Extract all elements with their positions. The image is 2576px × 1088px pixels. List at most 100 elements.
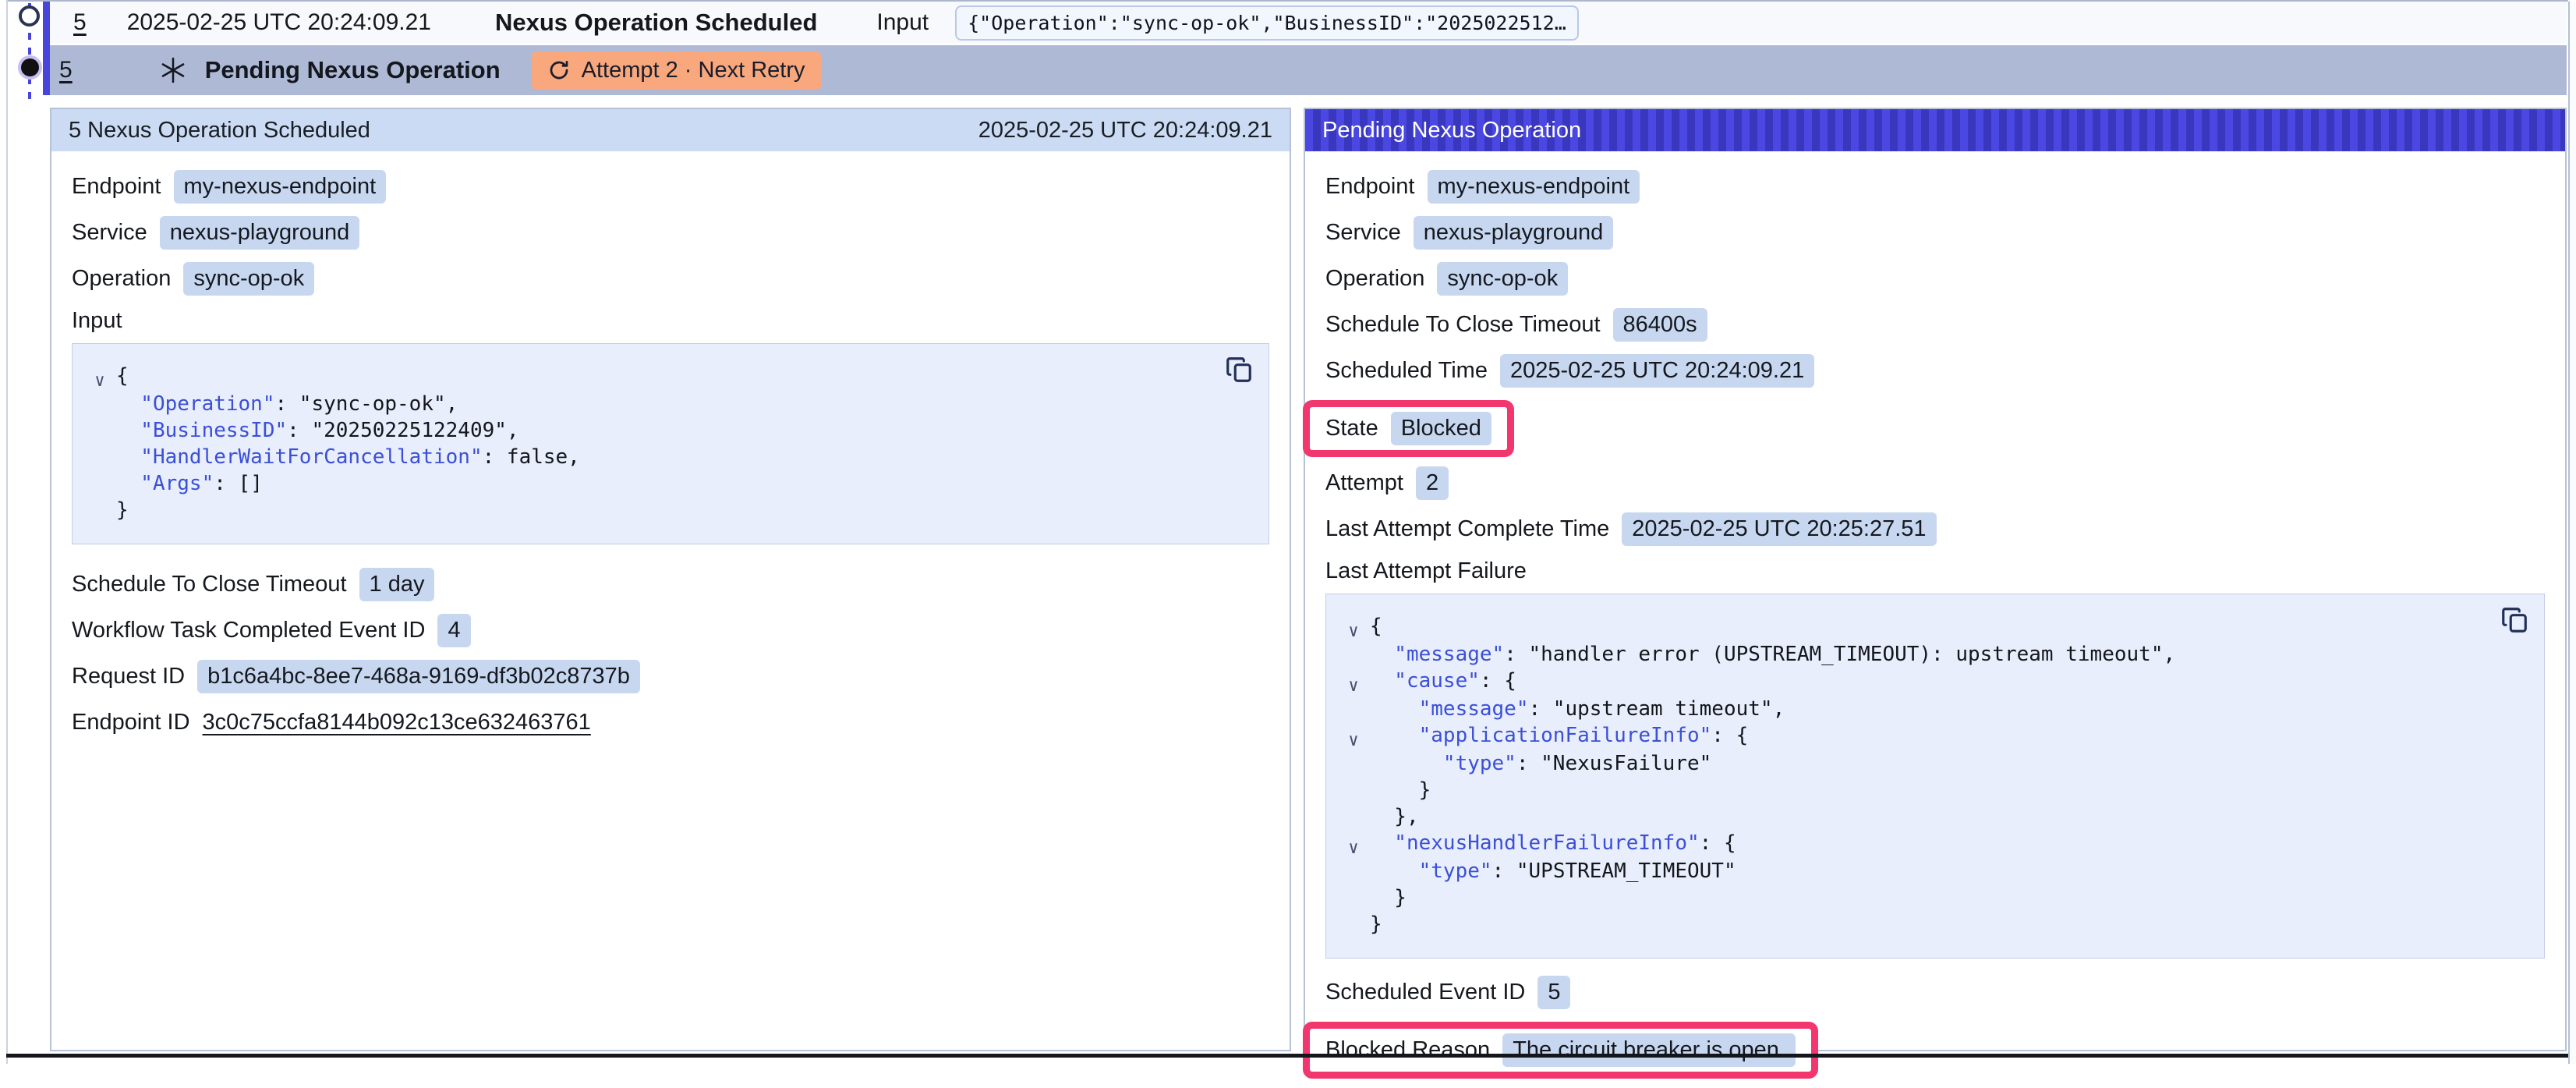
field-label: Attempt [1325,470,1403,496]
input-json-block: ∨{ "Operation": "sync-op-ok", "BusinessI… [72,343,1269,544]
bottom-divider [6,1054,2568,1058]
field-label: Last Attempt Complete Time [1325,516,1609,542]
json-line: "BusinessID": "20250225122409", [83,417,1248,444]
field-label: Schedule To Close Timeout [72,572,347,597]
retry-icon [547,58,571,82]
state-annotation-box: State Blocked [1303,400,1514,457]
event-row-scheduled[interactable]: 5 2025-02-25 UTC 20:24:09.21 Nexus Opera… [50,2,2567,44]
field-row-endpoint: Endpoint my-nexus-endpoint [1325,170,2545,204]
retry-attempt-badge[interactable]: Attempt 2 · Next Retry [532,51,821,90]
collapse-chevron-icon[interactable]: ∨ [1337,728,1370,754]
copy-icon[interactable] [2499,605,2530,636]
scheduled-panel-timestamp: 2025-02-25 UTC 20:24:09.21 [978,118,1272,144]
field-value-badge: nexus-playground [160,216,360,250]
field-label: Operation [1325,266,1424,292]
field-value-badge: 86400s [1613,308,1707,342]
field-row-service: Service nexus-playground [1325,216,2545,250]
field-label: State [1325,416,1378,441]
json-line: ∨{ [83,363,1248,391]
json-line: "message": "handler error (UPSTREAM_TIME… [1337,641,2524,668]
collapse-chevron-icon[interactable]: ∨ [83,368,116,395]
field-label: Schedule To Close Timeout [1325,312,1601,338]
scheduled-panel-title: 5 Nexus Operation Scheduled [69,118,370,144]
field-row-service: Service nexus-playground [72,216,1269,250]
field-row-endpoint: Endpoint my-nexus-endpoint [72,170,1269,204]
field-label: Workflow Task Completed Event ID [72,618,425,643]
field-row-attempt: Attempt 2 [1325,466,2545,500]
json-line: } [1337,911,2524,937]
timeline-start-circle [19,5,40,27]
field-row-blocked-reason: Blocked Reason The circuit breaker is op… [1325,1033,1796,1067]
field-value-badge: 5 [1537,976,1570,1009]
json-line: "message": "upstream timeout", [1337,696,2524,722]
field-label: Service [1325,220,1401,246]
collapse-chevron-icon[interactable]: ∨ [1337,673,1370,700]
pending-panel-title: Pending Nexus Operation [1322,118,1581,144]
field-row-wft-completed-id: Workflow Task Completed Event ID 4 [72,614,1269,647]
json-line: }, [1337,803,2524,830]
field-row-last-attempt-complete-time: Last Attempt Complete Time 2025-02-25 UT… [1325,512,2545,546]
event-timestamp: 2025-02-25 UTC 20:24:09.21 [127,9,431,36]
event-input-label: Input [876,9,929,36]
field-label: Request ID [72,664,185,689]
json-line: ∨ "cause": { [1337,668,2524,696]
field-value-badge: 2025-02-25 UTC 20:25:27.51 [1622,512,1936,546]
field-value-badge: my-nexus-endpoint [1428,170,1640,204]
collapse-chevron-icon[interactable]: ∨ [1337,618,1370,645]
field-row-scheduled-event-id: Scheduled Event ID 5 [1325,976,2545,1009]
field-value-badge: sync-op-ok [1437,262,1568,296]
failure-section-label: Last Attempt Failure [1325,558,2545,584]
field-value-badge: 1 day [359,568,435,601]
frame-left-border [6,0,8,1064]
field-label: Endpoint [1325,174,1415,200]
timeline-selected-dot [18,55,42,80]
event-input-preview-chip[interactable]: {"Operation":"sync-op-ok","BusinessID":"… [955,5,1579,41]
scheduled-panel-header: 5 Nexus Operation Scheduled 2025-02-25 U… [51,109,1290,151]
field-row-schedule-to-close: Schedule To Close Timeout 86400s [1325,308,2545,342]
field-label: Operation [72,266,171,292]
field-value-badge: b1c6a4bc-8ee7-468a-9169-df3b02c8737b [197,660,640,693]
field-row-operation: Operation sync-op-ok [72,262,1269,296]
field-value-badge: sync-op-ok [183,262,314,296]
field-label: Scheduled Event ID [1325,980,1525,1005]
retry-badge-label: Attempt 2 · Next Retry [582,58,805,83]
field-value-badge: my-nexus-endpoint [174,170,387,204]
json-line: } [1337,777,2524,803]
pending-id-link[interactable]: 5 [59,57,73,83]
field-row-operation: Operation sync-op-ok [1325,262,2545,296]
field-row-scheduled-time: Scheduled Time 2025-02-25 UTC 20:24:09.2… [1325,354,2545,388]
event-row-pending[interactable]: 5 Pending Nexus Operation Attempt 2 · Ne… [50,45,2567,95]
json-line: ∨ "nexusHandlerFailureInfo": { [1337,830,2524,858]
asterisk-icon [158,55,188,85]
field-value-badge: 4 [437,614,470,647]
state-value-badge: Blocked [1391,412,1491,445]
json-line: "Args": [] [83,470,1248,497]
collapse-chevron-icon[interactable]: ∨ [1337,835,1370,862]
field-row-request-id: Request ID b1c6a4bc-8ee7-468a-9169-df3b0… [72,660,1269,693]
pending-title: Pending Nexus Operation [205,56,501,84]
field-row-state: State Blocked [1325,412,1491,445]
event-id-link[interactable]: 5 [73,9,87,36]
json-line: "type": "UPSTREAM_TIMEOUT" [1337,858,2524,884]
pending-panel-header: Pending Nexus Operation [1305,109,2565,151]
field-row-schedule-to-close: Schedule To Close Timeout 1 day [72,568,1269,601]
field-label: Scheduled Time [1325,358,1488,384]
field-value-badge: 2025-02-25 UTC 20:24:09.21 [1500,354,1814,388]
field-row-endpoint-id: Endpoint ID 3c0c75ccfa8144b092c13ce63246… [72,706,1269,739]
failure-json-block: ∨{ "message": "handler error (UPSTREAM_T… [1325,594,2545,959]
pending-operation-panel: Pending Nexus Operation Endpoint my-nexu… [1304,108,2567,1051]
event-title: Nexus Operation Scheduled [495,9,817,37]
json-line: } [83,497,1248,523]
json-line: } [1337,884,2524,911]
scheduled-event-panel: 5 Nexus Operation Scheduled 2025-02-25 U… [50,108,1291,1051]
json-line: "type": "NexusFailure" [1337,750,2524,777]
field-label: Endpoint ID [72,710,190,735]
copy-icon[interactable] [1223,355,1254,386]
json-line: "Operation": "sync-op-ok", [83,391,1248,417]
field-label: Endpoint [72,174,161,200]
json-line: ∨ "applicationFailureInfo": { [1337,722,2524,750]
endpoint-id-link[interactable]: 3c0c75ccfa8144b092c13ce632463761 [203,710,591,735]
json-line: "HandlerWaitForCancellation": false, [83,444,1248,470]
field-value-badge: 2 [1416,466,1449,500]
scrollbar-gutter[interactable] [2568,2,2576,1064]
